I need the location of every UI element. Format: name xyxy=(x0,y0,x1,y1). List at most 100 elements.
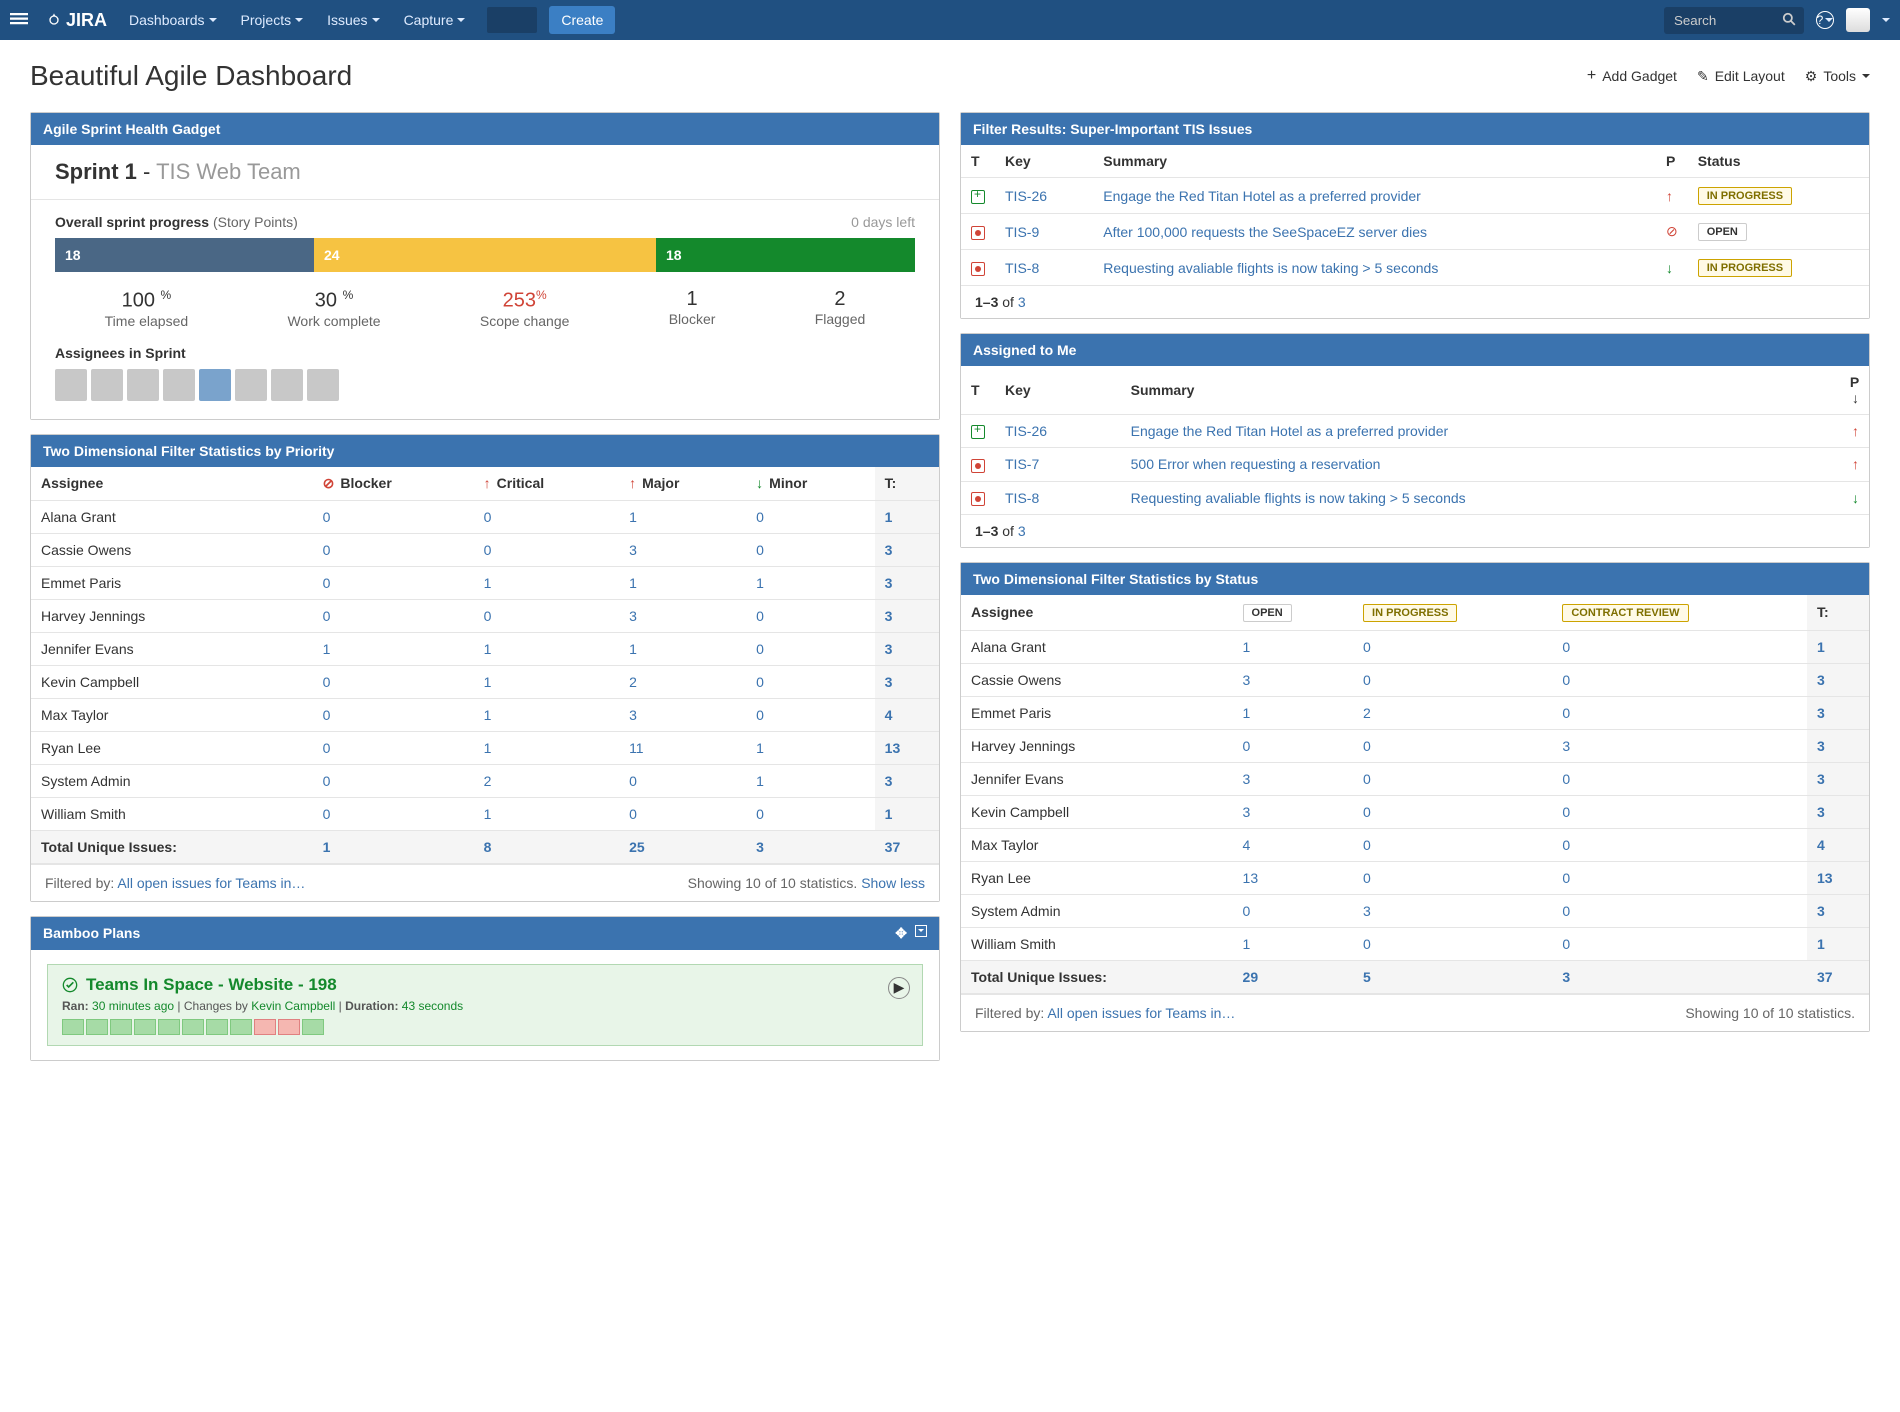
col-summary[interactable]: Summary xyxy=(1121,366,1840,415)
count-link[interactable]: 0 xyxy=(1243,903,1251,919)
count-link[interactable]: 0 xyxy=(629,806,637,822)
count-link[interactable]: 0 xyxy=(323,773,331,789)
total-cell[interactable]: 1 xyxy=(875,797,939,830)
build-bar[interactable] xyxy=(230,1019,252,1035)
col-status[interactable]: Status xyxy=(1688,145,1869,178)
count-link[interactable]: 8 xyxy=(484,839,492,855)
count-link[interactable]: 0 xyxy=(1562,804,1570,820)
col-type[interactable]: T xyxy=(961,145,995,178)
count-link[interactable]: 2 xyxy=(629,674,637,690)
count-link[interactable]: 4 xyxy=(1243,837,1251,853)
count-link[interactable]: 0 xyxy=(323,806,331,822)
avatar[interactable] xyxy=(127,369,159,401)
count-link[interactable]: 1 xyxy=(1243,639,1251,655)
count-link[interactable]: 3 xyxy=(756,839,764,855)
total-cell[interactable]: 3 xyxy=(875,566,939,599)
count-link[interactable]: 0 xyxy=(1562,771,1570,787)
count-link[interactable]: 0 xyxy=(323,509,331,525)
total-cell[interactable]: 3 xyxy=(1807,663,1869,696)
count-link[interactable]: 0 xyxy=(629,773,637,789)
avatar[interactable] xyxy=(307,369,339,401)
count-link[interactable]: 3 xyxy=(1562,738,1570,754)
count-link[interactable]: 0 xyxy=(1363,837,1371,853)
count-link[interactable]: 0 xyxy=(756,509,764,525)
nav-issues[interactable]: Issues xyxy=(317,0,389,40)
count-link[interactable]: 0 xyxy=(484,509,492,525)
total-cell[interactable]: 3 xyxy=(875,533,939,566)
count-link[interactable]: 0 xyxy=(1562,705,1570,721)
build-bar[interactable] xyxy=(278,1019,300,1035)
count-link[interactable]: 0 xyxy=(756,674,764,690)
count-link[interactable]: 1 xyxy=(756,575,764,591)
hamburger-icon[interactable] xyxy=(10,10,34,31)
count-link[interactable]: 1 xyxy=(484,740,492,756)
count-link[interactable]: 0 xyxy=(1562,936,1570,952)
filter-link[interactable]: All open issues for Teams in… xyxy=(117,875,305,891)
add-gadget-button[interactable]: +Add Gadget xyxy=(1587,67,1677,85)
create-button[interactable]: Create xyxy=(549,6,615,34)
show-less-link[interactable]: Show less xyxy=(861,875,925,891)
count-link[interactable]: 0 xyxy=(323,608,331,624)
col-key[interactable]: Key xyxy=(995,366,1121,415)
total-cell[interactable]: 4 xyxy=(1807,828,1869,861)
count-link[interactable]: 0 xyxy=(323,740,331,756)
count-link[interactable]: 0 xyxy=(323,674,331,690)
pager-total[interactable]: 3 xyxy=(1018,523,1026,539)
avatar[interactable] xyxy=(199,369,231,401)
count-link[interactable]: 0 xyxy=(1562,870,1570,886)
col-total[interactable]: T: xyxy=(1807,595,1869,631)
count-link[interactable]: 2 xyxy=(484,773,492,789)
col-assignee[interactable]: Assignee xyxy=(31,467,313,501)
count-link[interactable]: 3 xyxy=(1243,771,1251,787)
build-bar[interactable] xyxy=(254,1019,276,1035)
col-open[interactable]: OPEN xyxy=(1233,595,1354,631)
count-link[interactable]: 3 xyxy=(1562,969,1570,985)
total-cell[interactable]: 13 xyxy=(1807,861,1869,894)
search-icon[interactable] xyxy=(1782,12,1796,29)
issue-key-link[interactable]: TIS-26 xyxy=(1005,423,1047,439)
build-bar[interactable] xyxy=(62,1019,84,1035)
col-contract[interactable]: CONTRACT REVIEW xyxy=(1552,595,1807,631)
col-priority[interactable]: P xyxy=(1656,145,1688,178)
count-link[interactable]: 3 xyxy=(1243,672,1251,688)
count-link[interactable]: 2 xyxy=(1363,705,1371,721)
count-link[interactable]: 0 xyxy=(1363,804,1371,820)
build-bar[interactable] xyxy=(110,1019,132,1035)
col-assignee[interactable]: Assignee xyxy=(961,595,1233,631)
total-cell[interactable]: 1 xyxy=(875,500,939,533)
issue-key-link[interactable]: TIS-8 xyxy=(1005,260,1039,276)
count-link[interactable]: 3 xyxy=(629,707,637,723)
count-link[interactable]: 0 xyxy=(323,575,331,591)
avatar[interactable] xyxy=(235,369,267,401)
pager-total[interactable]: 3 xyxy=(1018,294,1026,310)
count-link[interactable]: 1 xyxy=(323,839,331,855)
count-link[interactable]: 0 xyxy=(1562,837,1570,853)
total-cell[interactable]: 3 xyxy=(875,632,939,665)
issue-key-link[interactable]: TIS-8 xyxy=(1005,490,1039,506)
count-link[interactable]: 0 xyxy=(1562,672,1570,688)
count-link[interactable]: 0 xyxy=(756,707,764,723)
total-cell[interactable]: 1 xyxy=(1807,630,1869,663)
col-inprogress[interactable]: IN PROGRESS xyxy=(1353,595,1552,631)
build-bar[interactable] xyxy=(158,1019,180,1035)
issue-summary-link[interactable]: Engage the Red Titan Hotel as a preferre… xyxy=(1103,188,1421,204)
issue-key-link[interactable]: TIS-7 xyxy=(1005,456,1039,472)
count-link[interactable]: 1 xyxy=(484,806,492,822)
count-link[interactable]: 0 xyxy=(484,542,492,558)
avatar[interactable] xyxy=(163,369,195,401)
total-cell[interactable]: 3 xyxy=(1807,696,1869,729)
count-link[interactable]: 0 xyxy=(756,542,764,558)
dropdown-icon[interactable] xyxy=(915,925,927,937)
count-link[interactable]: 0 xyxy=(756,641,764,657)
count-link[interactable]: 0 xyxy=(1562,639,1570,655)
count-link[interactable]: 25 xyxy=(629,839,645,855)
filter-link[interactable]: All open issues for Teams in… xyxy=(1047,1005,1235,1021)
total-cell[interactable]: 13 xyxy=(875,731,939,764)
count-link[interactable]: 0 xyxy=(1363,870,1371,886)
count-link[interactable]: 0 xyxy=(1562,903,1570,919)
tools-button[interactable]: ⚙Tools xyxy=(1805,67,1870,85)
count-link[interactable]: 0 xyxy=(1363,936,1371,952)
count-link[interactable]: 0 xyxy=(1243,738,1251,754)
count-link[interactable]: 1 xyxy=(1243,705,1251,721)
nav-dashboards[interactable]: Dashboards xyxy=(119,0,227,40)
